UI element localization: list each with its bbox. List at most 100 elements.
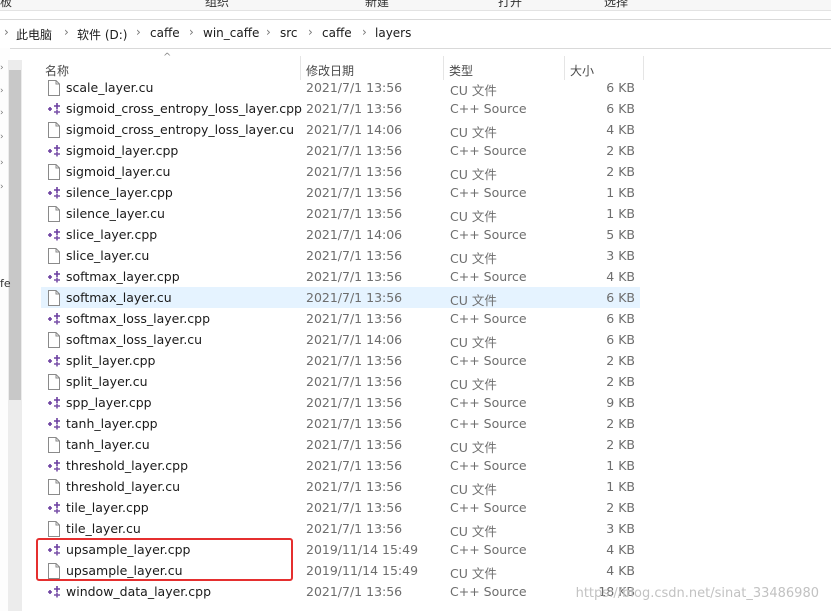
file-row[interactable]: tile_layer.cu 2021/7/1 13:56 CU 文件 3 KB xyxy=(41,518,640,539)
breadcrumb-drive[interactable]: 软件 (D:) xyxy=(77,26,127,43)
file-name: sigmoid_layer.cu xyxy=(66,164,171,179)
file-type: C++ Source xyxy=(450,269,527,284)
file-date: 2021/7/1 13:56 xyxy=(306,248,403,263)
file-type: CU 文件 xyxy=(450,125,497,140)
column-divider[interactable] xyxy=(643,56,644,80)
file-row[interactable]: sigmoid_layer.cu 2021/7/1 13:56 CU 文件 2 KB xyxy=(41,161,640,182)
file-size: 4 KB xyxy=(606,563,635,578)
file-date: 2021/7/1 13:56 xyxy=(306,479,403,494)
cpp-file-icon xyxy=(47,584,61,600)
file-row[interactable]: sigmoid_cross_entropy_loss_layer.cpp 2021… xyxy=(41,98,640,119)
file-row[interactable]: tanh_layer.cu 2021/7/1 13:56 CU 文件 2 KB xyxy=(41,434,640,455)
file-name: scale_layer.cu xyxy=(66,80,154,95)
file-date: 2019/11/14 15:49 xyxy=(306,563,419,578)
file-date: 2021/7/1 13:56 xyxy=(306,164,403,179)
file-type: C++ Source xyxy=(450,353,527,368)
file-date: 2021/7/1 13:56 xyxy=(306,395,403,410)
file-row[interactable]: slice_layer.cu 2021/7/1 13:56 CU 文件 3 KB xyxy=(41,245,640,266)
file-row[interactable]: silence_layer.cu 2021/7/1 13:56 CU 文件 1 KB xyxy=(41,203,640,224)
file-row[interactable]: threshold_layer.cpp 2021/7/1 13:56 C++ Sou… xyxy=(41,455,640,476)
file-type: C++ Source xyxy=(450,185,527,200)
file-name: threshold_layer.cpp xyxy=(66,458,189,473)
expand-arrow-icon[interactable]: › xyxy=(0,108,4,118)
breadcrumb-caffe-2[interactable]: caffe xyxy=(322,26,352,40)
file-name: silence_layer.cpp xyxy=(66,185,173,200)
file-icon xyxy=(47,521,61,537)
sort-ascending-icon: ^ xyxy=(163,52,172,63)
file-row[interactable]: split_layer.cpp 2021/7/1 13:56 C++ Source 2… xyxy=(41,350,640,371)
file-name: tanh_layer.cpp xyxy=(66,416,158,431)
nav-scrollbar-thumb[interactable] xyxy=(9,70,21,400)
file-row[interactable]: sigmoid_cross_entropy_loss_layer.cu 2021/… xyxy=(41,119,640,140)
chevron-right-icon: › xyxy=(4,25,9,39)
file-date: 2021/7/1 13:56 xyxy=(306,80,403,95)
address-bar[interactable]: › 此电脑 › 软件 (D:) › caffe › win_caffe › sr… xyxy=(0,19,831,49)
file-row[interactable]: softmax_loss_layer.cpp 2021/7/1 13:56 C++ … xyxy=(41,308,640,329)
file-name: split_layer.cpp xyxy=(66,353,156,368)
chevron-right-icon: › xyxy=(362,25,367,39)
ribbon-label[interactable]: 板 xyxy=(0,0,12,10)
file-name: slice_layer.cu xyxy=(66,248,150,263)
ribbon-organize[interactable]: 组织 xyxy=(205,0,229,10)
ribbon-open[interactable]: 打开 xyxy=(498,0,522,10)
file-date: 2021/7/1 14:06 xyxy=(306,332,403,347)
breadcrumb-caffe[interactable]: caffe xyxy=(150,26,180,40)
ribbon-select[interactable]: 选择 xyxy=(604,0,628,10)
file-type: C++ Source xyxy=(450,311,527,326)
file-icon xyxy=(47,290,61,306)
file-row[interactable]: split_layer.cu 2021/7/1 13:56 CU 文件 2 KB xyxy=(41,371,640,392)
file-row[interactable]: sigmoid_layer.cpp 2021/7/1 13:56 C++ Sourc… xyxy=(41,140,640,161)
breadcrumb-layers[interactable]: layers xyxy=(375,26,411,40)
cpp-file-icon xyxy=(47,458,61,474)
file-date: 2019/11/14 15:49 xyxy=(306,542,419,557)
breadcrumb-this-pc[interactable]: 此电脑 xyxy=(16,26,52,43)
file-date: 2021/7/1 13:56 xyxy=(306,185,403,200)
file-size: 1 KB xyxy=(606,185,635,200)
file-name: softmax_layer.cpp xyxy=(66,269,180,284)
file-type: C++ Source xyxy=(450,500,527,515)
file-type: CU 文件 xyxy=(450,440,497,455)
file-row[interactable]: softmax_layer.cu 2021/7/1 13:56 CU 文件 6 KB xyxy=(41,287,640,308)
file-row[interactable]: softmax_layer.cpp 2021/7/1 13:56 C++ Sourc… xyxy=(41,266,640,287)
file-row[interactable]: window_data_layer.cpp 2021/7/1 13:56 C++ S… xyxy=(41,581,640,602)
file-date: 2021/7/1 13:56 xyxy=(306,206,403,221)
chevron-right-icon: › xyxy=(64,25,69,39)
file-type: C++ Source xyxy=(450,584,527,599)
file-icon xyxy=(47,164,61,180)
file-row[interactable]: softmax_loss_layer.cu 2021/7/1 14:06 CU 文件… xyxy=(41,329,640,350)
file-name: sigmoid_cross_entropy_loss_layer.cpp xyxy=(66,101,302,116)
breadcrumb-src[interactable]: src xyxy=(280,26,298,40)
file-row[interactable]: slice_layer.cpp 2021/7/1 14:06 C++ Source 5… xyxy=(41,224,640,245)
cpp-file-icon xyxy=(47,500,61,516)
file-row[interactable]: tile_layer.cpp 2021/7/1 13:56 C++ Source 2 … xyxy=(41,497,640,518)
ribbon-new[interactable]: 新建 xyxy=(365,0,389,10)
expand-arrow-icon[interactable]: › xyxy=(0,63,4,73)
file-row[interactable]: scale_layer.cu 2021/7/1 13:56 CU 文件 6 KB xyxy=(41,77,640,98)
expand-arrow-icon[interactable]: › xyxy=(0,132,4,142)
file-date: 2021/7/1 13:56 xyxy=(306,584,403,599)
expand-arrow-icon[interactable]: › xyxy=(0,158,4,168)
file-row[interactable]: spp_layer.cpp 2021/7/1 13:56 C++ Source 9 K… xyxy=(41,392,640,413)
file-row[interactable]: tanh_layer.cpp 2021/7/1 13:56 C++ Source 2 … xyxy=(41,413,640,434)
expand-arrow-icon[interactable]: › xyxy=(0,86,4,96)
file-type: CU 文件 xyxy=(450,566,497,581)
nav-item-label[interactable]: fe xyxy=(0,277,11,290)
cpp-file-icon xyxy=(47,395,61,411)
breadcrumb-win-caffe[interactable]: win_caffe xyxy=(203,26,259,40)
file-type: C++ Source xyxy=(450,458,527,473)
file-row[interactable]: silence_layer.cpp 2021/7/1 13:56 C++ Sourc… xyxy=(41,182,640,203)
file-date: 2021/7/1 13:56 xyxy=(306,353,403,368)
file-name: window_data_layer.cpp xyxy=(66,584,212,599)
file-row[interactable]: threshold_layer.cu 2021/7/1 13:56 CU 文件 1 K… xyxy=(41,476,640,497)
cpp-file-icon xyxy=(47,227,61,243)
file-type: C++ Source xyxy=(450,416,527,431)
file-icon xyxy=(47,206,61,222)
cpp-file-icon xyxy=(47,311,61,327)
chevron-right-icon: › xyxy=(308,25,313,39)
file-type: CU 文件 xyxy=(450,482,497,497)
expand-arrow-icon[interactable]: › xyxy=(0,182,4,192)
file-icon xyxy=(47,122,61,138)
file-name: slice_layer.cpp xyxy=(66,227,158,242)
file-size: 1 KB xyxy=(606,206,635,221)
ribbon-toolbar: 板 组织 新建 打开 选择 xyxy=(0,0,831,11)
